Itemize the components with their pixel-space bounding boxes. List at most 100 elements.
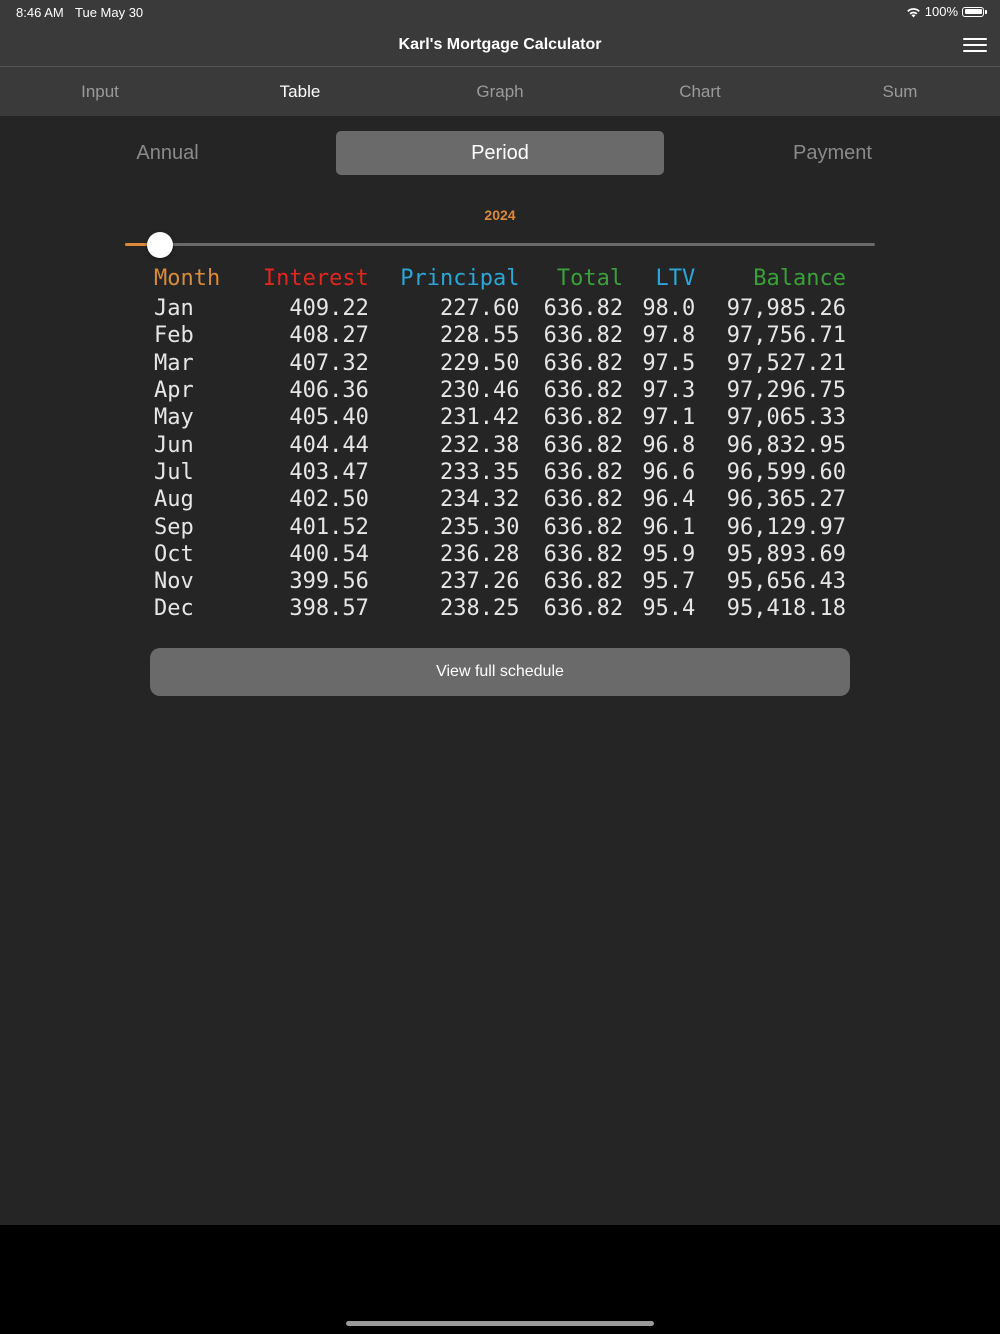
cell-balance: 95,418.18 [726, 596, 846, 622]
cell-balance: 97,985.26 [726, 296, 846, 322]
cell-principal: 228.55 [440, 323, 520, 349]
navigation-bar: Karl's Mortgage Calculator [0, 24, 1000, 67]
status-indicators: 100% [906, 4, 987, 19]
cell-balance: 96,365.27 [726, 487, 846, 513]
cell-month: Oct [154, 541, 194, 567]
cell-principal: 232.38 [440, 432, 520, 458]
table-row: Oct 400.54 236.28 636.82 95.9 95,893.69 [150, 541, 850, 568]
tab-sum[interactable]: Sum [800, 67, 1000, 116]
header-interest: Interest [262, 265, 369, 291]
cell-total: 636.82 [543, 459, 624, 485]
cell-principal: 238.25 [440, 596, 520, 622]
cell-principal: 231.42 [440, 405, 520, 431]
table-row: Feb 408.27 228.55 636.82 97.8 97,756.71 [150, 322, 850, 349]
cell-ltv: 95.9 [642, 541, 696, 567]
cell-ltv: 97.8 [642, 323, 696, 349]
cell-interest: 398.57 [289, 596, 369, 622]
tab-input[interactable]: Input [0, 67, 200, 116]
table-row: Aug 402.50 234.32 636.82 96.4 96,365.27 [150, 486, 850, 513]
cell-ltv: 97.3 [642, 378, 696, 404]
status-date: Tue May 30 [75, 5, 144, 20]
cell-ltv: 96.1 [642, 514, 696, 540]
cell-interest: 404.44 [289, 432, 369, 458]
home-indicator[interactable] [346, 1321, 654, 1326]
tab-chart[interactable]: Chart [600, 67, 800, 116]
cell-month: Jan [154, 296, 194, 322]
cell-balance: 96,832.95 [726, 432, 846, 458]
table-row: Nov 399.56 237.26 636.82 95.7 95,656.43 [150, 568, 850, 595]
table-row: Jun 404.44 232.38 636.82 96.8 96,832.95 [150, 431, 850, 458]
view-full-schedule-button[interactable]: View full schedule [150, 648, 850, 696]
cell-balance: 97,296.75 [726, 378, 846, 404]
table-header-row: Month Interest Principal Total LTV Balan… [150, 261, 850, 295]
cell-total: 636.82 [543, 405, 624, 431]
cell-interest: 405.40 [289, 405, 369, 431]
cell-total: 636.82 [543, 569, 624, 595]
cell-interest: 408.27 [289, 323, 369, 349]
header-month: Month [154, 265, 221, 291]
cell-principal: 229.50 [440, 350, 520, 376]
app-title: Karl's Mortgage Calculator [398, 36, 602, 53]
home-area [0, 1225, 1000, 1334]
header-ltv: LTV [655, 265, 696, 291]
tab-graph[interactable]: Graph [400, 67, 600, 116]
cell-ltv: 97.5 [642, 350, 696, 376]
battery-percent: 100% [924, 4, 958, 19]
slider-track [125, 243, 875, 246]
cell-interest: 401.52 [289, 514, 369, 540]
cell-total: 636.82 [543, 432, 624, 458]
table-content: Annual Period Payment 2024 Month Interes… [0, 116, 1000, 1225]
cell-ltv: 96.6 [642, 459, 696, 485]
cell-principal: 237.26 [440, 569, 520, 595]
cell-balance: 95,893.69 [726, 541, 846, 567]
cell-interest: 402.50 [289, 487, 369, 513]
slider-thumb[interactable] [147, 232, 173, 258]
table-row: Apr 406.36 230.46 636.82 97.3 97,296.75 [150, 377, 850, 404]
cell-principal: 227.60 [440, 296, 520, 322]
cell-ltv: 95.4 [642, 596, 696, 622]
cell-principal: 235.30 [440, 514, 520, 540]
cell-ltv: 96.8 [642, 432, 696, 458]
cell-balance: 96,129.97 [726, 514, 846, 540]
period-schedule-table: Month Interest Principal Total LTV Balan… [150, 261, 850, 623]
cell-balance: 97,527.21 [726, 350, 846, 376]
cell-total: 636.82 [543, 487, 624, 513]
cell-total: 636.82 [543, 378, 624, 404]
cell-total: 636.82 [543, 541, 624, 567]
segment-period[interactable]: Period [336, 131, 664, 175]
segment-payment[interactable]: Payment [665, 131, 1000, 175]
cell-ltv: 98.0 [642, 296, 696, 322]
menu-icon[interactable] [963, 38, 987, 54]
cell-ltv: 96.4 [642, 487, 696, 513]
cell-interest: 403.47 [289, 459, 369, 485]
cell-interest: 407.32 [289, 350, 369, 376]
cell-balance: 97,756.71 [726, 323, 846, 349]
segment-annual[interactable]: Annual [0, 131, 335, 175]
cell-total: 636.82 [543, 514, 624, 540]
cell-balance: 96,599.60 [726, 459, 846, 485]
table-row: Dec 398.57 238.25 636.82 95.4 95,418.18 [150, 595, 850, 622]
cell-principal: 233.35 [440, 459, 520, 485]
cell-total: 636.82 [543, 296, 624, 322]
table-row: May 405.40 231.42 636.82 97.1 97,065.33 [150, 404, 850, 431]
cell-interest: 406.36 [289, 378, 369, 404]
wifi-icon [906, 7, 920, 17]
cell-interest: 409.22 [289, 296, 369, 322]
cell-ltv: 97.1 [642, 405, 696, 431]
cell-month: May [154, 405, 194, 431]
cell-interest: 399.56 [289, 569, 369, 595]
table-row: Jul 403.47 233.35 636.82 96.6 96,599.60 [150, 459, 850, 486]
header-total: Total [556, 265, 624, 291]
status-time: 8:46 AM [16, 5, 64, 20]
cell-month: Sep [154, 514, 194, 540]
year-slider[interactable] [125, 232, 875, 258]
table-row: Mar 407.32 229.50 636.82 97.5 97,527.21 [150, 350, 850, 377]
cell-balance: 97,065.33 [726, 405, 846, 431]
battery-icon [962, 6, 987, 17]
table-row: Jan 409.22 227.60 636.82 98.0 97,985.26 [150, 295, 850, 322]
cell-month: Aug [154, 487, 194, 513]
table-body: Jan 409.22 227.60 636.82 98.0 97,985.26 Feb 408… [150, 295, 850, 623]
tab-table[interactable]: Table [200, 67, 400, 116]
header-balance: Balance [753, 265, 846, 291]
cell-month: Nov [154, 569, 194, 595]
